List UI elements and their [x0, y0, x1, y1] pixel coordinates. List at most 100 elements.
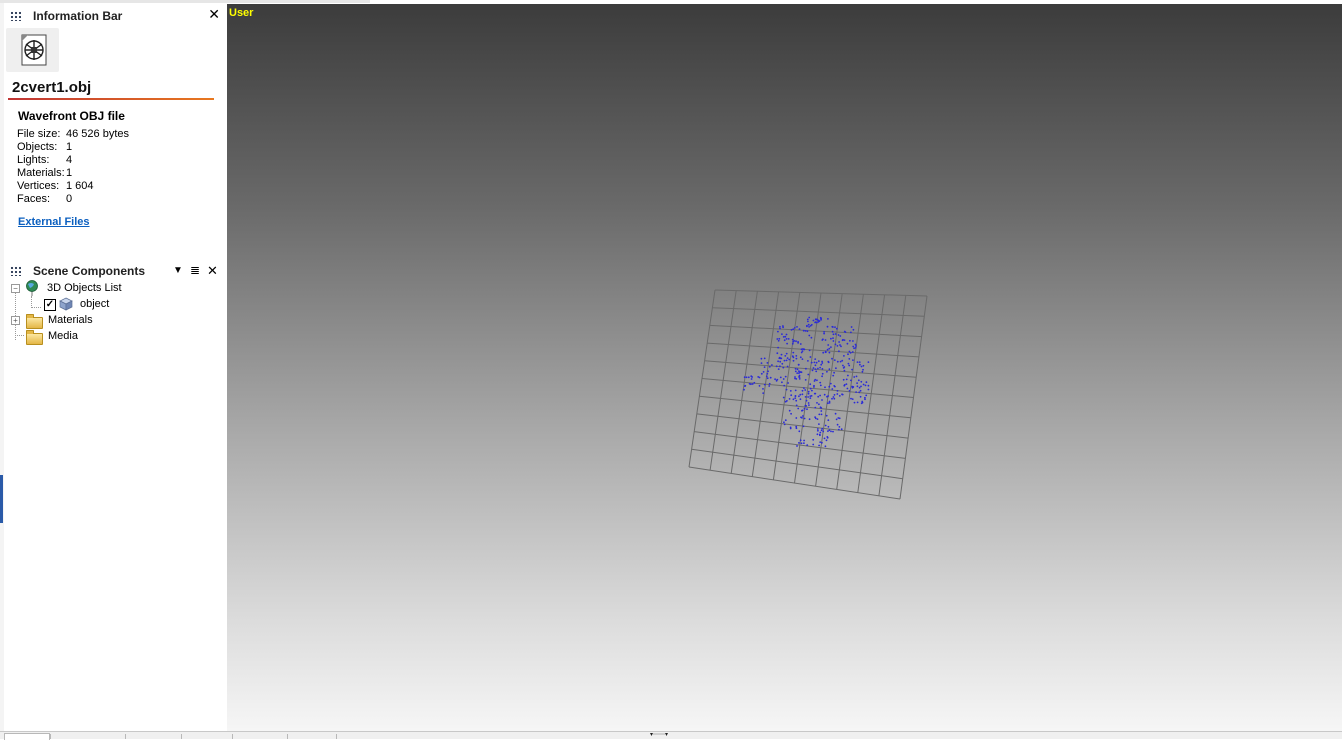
vertex-point — [826, 325, 829, 328]
vertex-point — [813, 386, 815, 388]
vertex-point — [832, 326, 834, 328]
file-stats: File size: 46 526 bytes Objects: 1 Lights:… — [17, 128, 129, 206]
vertex-point — [834, 343, 837, 346]
vertex-point — [838, 426, 841, 428]
vertex-point — [819, 406, 822, 409]
vertex-point — [808, 326, 810, 328]
stat-row: Faces: 0 — [17, 193, 129, 206]
vertex-point — [747, 376, 750, 379]
vertex-point — [808, 316, 811, 319]
stat-row: Lights: 4 — [17, 154, 129, 167]
bottom-tab[interactable] — [232, 734, 287, 739]
vertex-point — [799, 439, 802, 442]
bottom-tab[interactable] — [287, 734, 337, 739]
vertex-point — [781, 381, 783, 384]
vertex-point — [843, 339, 846, 341]
vertex-point — [832, 337, 834, 339]
bottom-tab[interactable] — [4, 733, 50, 740]
vertex-point — [763, 383, 766, 386]
vertex-point — [846, 387, 849, 390]
vertex-point — [783, 384, 786, 387]
vertex-point — [788, 398, 791, 400]
info-bar-titlebar[interactable]: Information Bar ✕ — [4, 3, 226, 27]
vertex-point — [758, 385, 761, 387]
vertex-point — [763, 366, 766, 368]
vertex-point — [856, 401, 859, 404]
vertex-point — [743, 388, 745, 391]
vertex-point — [853, 376, 856, 378]
vertex-point — [844, 331, 847, 333]
vertex-point — [857, 379, 860, 382]
vertex-point — [848, 350, 851, 353]
bottom-tab[interactable] — [181, 734, 232, 739]
vertex-point — [802, 415, 804, 417]
vertex-point — [822, 430, 825, 433]
vertex-point — [818, 320, 821, 322]
tree-item-media[interactable]: Media — [8, 328, 224, 345]
3d-viewport[interactable]: User — [227, 4, 1342, 731]
vertex-point — [808, 334, 811, 337]
vertex-point — [835, 327, 838, 330]
chevron-down-icon[interactable]: ▼ — [173, 265, 183, 276]
vertex-point — [774, 378, 776, 381]
vertex-point — [779, 360, 782, 363]
vertex-point — [859, 363, 861, 366]
tree-item-object[interactable]: ✓ object — [8, 296, 224, 312]
vertex-point — [787, 382, 789, 384]
vertex-point — [850, 331, 852, 334]
3d-file-icon — [21, 34, 47, 66]
vertex-point — [820, 410, 823, 412]
vertex-point — [855, 391, 857, 393]
vertex-point — [791, 338, 794, 341]
vertex-point — [832, 374, 835, 377]
vertex-point — [793, 340, 796, 342]
vertex-point — [796, 445, 798, 447]
bottom-tab[interactable] — [125, 734, 181, 739]
vertex-point — [776, 352, 779, 355]
bottom-tab[interactable] — [50, 734, 125, 739]
vertex-point — [819, 384, 822, 387]
vertex-point — [817, 429, 819, 432]
vertex-point — [760, 357, 763, 360]
vertex-point — [824, 339, 827, 341]
vertex-point — [824, 386, 826, 389]
vertex-point — [797, 342, 799, 344]
vertex-point — [757, 376, 760, 378]
scene-canvas[interactable] — [227, 4, 1342, 731]
grid-line — [815, 293, 843, 487]
vertex-point — [815, 370, 818, 373]
object-visibility-checkbox[interactable]: ✓ — [44, 299, 56, 311]
grip-icon[interactable] — [10, 11, 21, 21]
expand-icon[interactable]: + — [11, 316, 20, 325]
splitter-grip[interactable]: ▾⋯⋯▾ — [650, 731, 694, 738]
vertex-point — [814, 416, 816, 418]
vertex-point — [864, 384, 867, 387]
vertex-point — [818, 433, 821, 436]
list-icon[interactable]: ≣ — [190, 263, 200, 277]
scene-components-titlebar[interactable]: Scene Components ▼ ≣ ✕ — [4, 261, 226, 281]
vertex-point — [836, 423, 839, 426]
vertex-point — [808, 349, 811, 352]
collapse-icon[interactable]: − — [11, 284, 20, 293]
vertex-point — [828, 368, 831, 371]
vertex-point — [801, 350, 804, 352]
grip-icon[interactable] — [10, 266, 21, 276]
close-icon[interactable]: ✕ — [207, 263, 218, 279]
vertex-point — [856, 385, 859, 388]
left-panel: Information Bar ✕ 2cvert1.obj Wavefront … — [4, 3, 226, 731]
vertex-point — [820, 429, 823, 432]
close-icon[interactable]: ✕ — [208, 7, 220, 21]
vertex-point — [833, 397, 836, 400]
vertex-point — [794, 367, 797, 370]
tree-item-materials[interactable]: + Materials — [8, 312, 224, 329]
external-files-link[interactable]: External Files — [18, 216, 90, 228]
vertex-point — [817, 360, 820, 362]
vertex-point — [852, 340, 854, 342]
vertex-point — [803, 387, 805, 389]
vertex-point — [823, 393, 826, 396]
vertex-point — [824, 424, 827, 427]
vertex-point — [831, 397, 833, 400]
vertex-point — [855, 375, 858, 378]
tree-item-3d-objects-list[interactable]: − 3D Objects List — [8, 280, 224, 296]
vertex-point — [766, 372, 769, 375]
